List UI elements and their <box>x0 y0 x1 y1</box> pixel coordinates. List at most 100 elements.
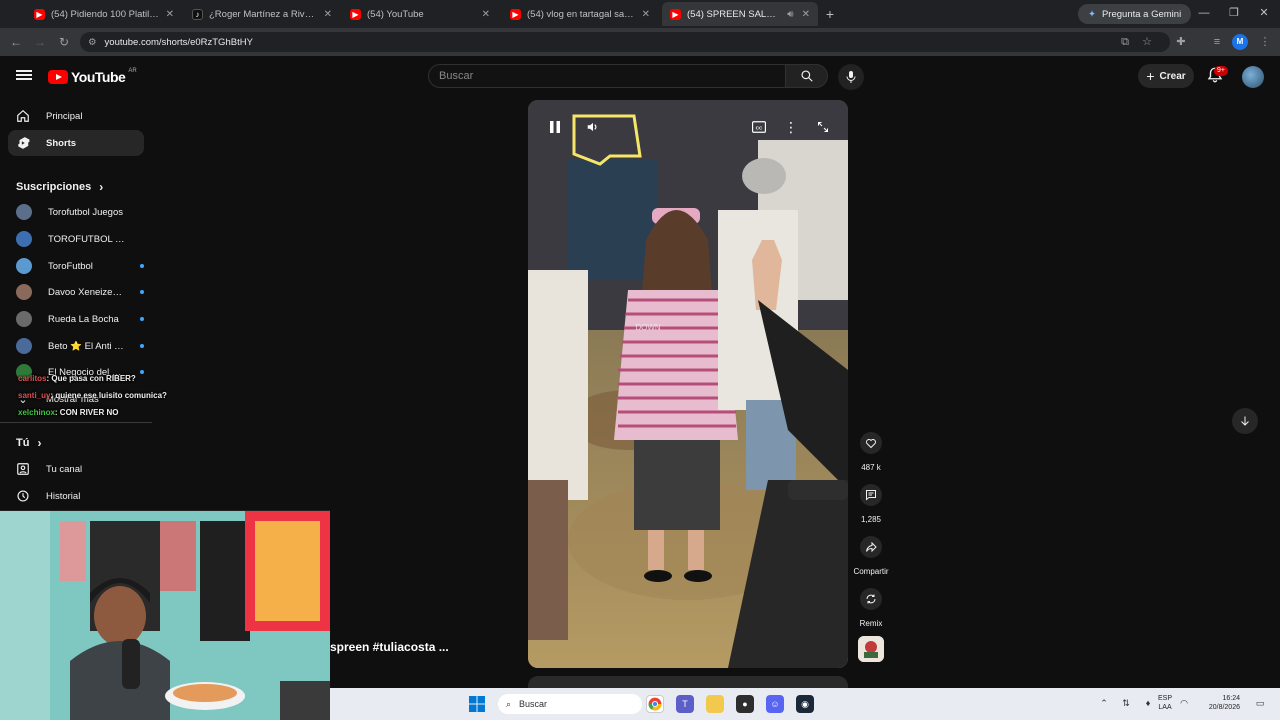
comments-button[interactable] <box>860 484 882 506</box>
language-indicator[interactable]: ESP LAA <box>1158 694 1172 712</box>
subscriptions-heading[interactable]: Suscripciones › <box>16 180 103 194</box>
subscription-item[interactable]: ToroFutbol <box>16 254 144 278</box>
create-button[interactable]: + Crear <box>1138 64 1194 88</box>
close-icon[interactable]: ✕ <box>324 9 332 20</box>
microphone-tray-icon[interactable]: ♦ <box>1142 697 1154 709</box>
site-info-icon[interactable]: ⚙ <box>88 37 97 48</box>
new-content-dot <box>140 317 144 321</box>
taskbar-search[interactable]: ⌕ Buscar <box>498 694 642 714</box>
fullscreen-icon[interactable] <box>814 118 832 136</box>
new-tab-button[interactable]: + <box>822 6 838 22</box>
close-window-icon[interactable]: ✕ <box>1254 5 1274 21</box>
new-content-dot <box>140 370 144 374</box>
bookmark-star-icon[interactable]: ☆ <box>1140 35 1154 49</box>
share-arrow-icon <box>866 541 877 553</box>
chat-message: carlitos: Que pasa con RIBER? <box>18 374 136 383</box>
you-heading-label: Tú <box>16 437 30 449</box>
chrome-icon[interactable] <box>646 695 664 713</box>
search-input[interactable]: Buscar <box>428 64 786 88</box>
webcam-frame <box>0 511 330 720</box>
svg-text:DOWN: DOWN <box>635 323 661 332</box>
country-code: AR <box>128 68 137 74</box>
subscription-item[interactable]: TOROFUTBOL KICK <box>16 227 144 251</box>
reload-icon[interactable]: ↻ <box>56 34 72 50</box>
tab-title: ¿Roger Martínez a River? Últim... <box>209 8 318 20</box>
new-content-dot <box>140 344 144 348</box>
browser-menu-icon[interactable]: ⋮ <box>1258 35 1272 49</box>
tray-expand-icon[interactable]: ⌃ <box>1098 697 1110 709</box>
hamburger-menu-icon[interactable] <box>16 68 32 84</box>
subscription-item[interactable]: Rueda La Bocha <box>16 307 144 331</box>
close-icon[interactable]: ✕ <box>166 9 174 20</box>
volume-icon[interactable] <box>584 118 602 136</box>
forward-icon[interactable]: → <box>32 34 48 50</box>
minimize-icon[interactable]: — <box>1194 5 1214 21</box>
subscription-item[interactable]: Davoo Xeneize P... <box>16 280 144 304</box>
taskbar-clock[interactable]: 16:24 20/8/2026 <box>1196 694 1240 712</box>
browser-tab-active[interactable]: ▶ (54) SPREEN SALUDA A TU 🔊︎ ✕ <box>662 2 818 26</box>
close-icon[interactable]: ✕ <box>642 9 650 20</box>
account-avatar[interactable] <box>1242 66 1264 88</box>
profile-avatar[interactable]: M <box>1232 34 1248 50</box>
channel-avatar <box>16 338 32 354</box>
file-explorer-icon[interactable] <box>706 695 724 713</box>
sidebar-item-shorts[interactable]: Shorts <box>8 130 144 156</box>
chat-message: xelchinox: CON RIVER NO <box>18 408 118 417</box>
new-content-dot <box>140 264 144 268</box>
youtube-logo[interactable]: YouTube AR <box>48 68 137 86</box>
channel-name: ToroFutbol <box>48 260 93 272</box>
gemini-button[interactable]: ✦ Pregunta a Gemini <box>1078 4 1192 24</box>
subscription-item[interactable]: Beto ⭐ El Anti T... <box>16 334 144 358</box>
speaker-icon[interactable]: 🔊︎ <box>787 9 793 20</box>
browser-tab[interactable]: ▶ (54) vlog en tartagal salta - You ✕ <box>502 4 658 24</box>
short-title[interactable]: spreen #tuliacosta ... <box>330 640 449 654</box>
pause-icon[interactable] <box>546 118 564 136</box>
restore-icon[interactable]: ❐ <box>1224 5 1244 21</box>
reading-list-icon[interactable]: ≡ <box>1210 35 1224 49</box>
url-text: youtube.com/shorts/e0RzTGhBtHY <box>104 36 253 48</box>
chat-text: : CON RIVER NO <box>54 408 119 417</box>
create-label: Crear <box>1159 70 1186 82</box>
next-short-button[interactable] <box>1232 408 1258 434</box>
search-button[interactable] <box>786 64 828 88</box>
notification-center-icon[interactable]: ▭ <box>1254 697 1266 709</box>
back-icon[interactable]: ← <box>8 34 24 50</box>
sound-thumbnail[interactable] <box>858 636 884 662</box>
search-icon: ⌕ <box>506 698 512 709</box>
network-icon[interactable]: ⇅ <box>1120 697 1132 709</box>
sidebar-item-home[interactable]: Principal <box>8 103 144 129</box>
browser-tab[interactable]: ♪ ¿Roger Martínez a River? Últim... ✕ <box>184 4 340 24</box>
teams-icon[interactable]: T <box>676 695 694 713</box>
sidebar-item-your-channel[interactable]: Tu canal <box>8 456 144 482</box>
you-heading[interactable]: Tú › <box>16 436 41 450</box>
short-video-player[interactable]: DOWN <box>528 100 848 668</box>
sidebar-divider <box>0 422 152 423</box>
sidebar-item-history[interactable]: Historial <box>8 483 144 509</box>
address-bar[interactable]: ⚙ youtube.com/shorts/e0RzTGhBtHY <box>80 32 1170 52</box>
steam-icon[interactable]: ◉ <box>796 695 814 713</box>
cast-icon[interactable]: ⧉ <box>1118 35 1132 49</box>
more-options-icon[interactable]: ⋮ <box>782 118 800 136</box>
windows-start-icon[interactable] <box>468 695 486 713</box>
remix-button[interactable] <box>860 588 882 610</box>
discord-icon[interactable]: ☺ <box>766 695 784 713</box>
webcam-overlay <box>0 510 330 720</box>
chat-message: santi_uy: quiene ese luisito comunica? <box>18 391 167 400</box>
taskbar-search-label: Buscar <box>519 699 548 709</box>
sidebar-item-label: Principal <box>46 110 83 122</box>
like-button[interactable] <box>860 432 882 454</box>
chevron-right-icon: › <box>37 436 42 450</box>
subscription-item[interactable]: Torofutbol Juegos <box>16 200 144 224</box>
browser-tab[interactable]: ▶ (54) Pidiendo 100 Platillos Justo ✕ <box>26 4 182 24</box>
wifi-icon[interactable]: ◠ <box>1178 697 1190 709</box>
obs-icon[interactable]: ● <box>736 695 754 713</box>
browser-tab[interactable]: ▶ (54) YouTube ✕ <box>342 4 498 24</box>
close-icon[interactable]: ✕ <box>802 9 810 20</box>
youtube-icon: ▶ <box>510 8 521 20</box>
notification-count-badge: 9+ <box>1214 66 1228 76</box>
captions-icon[interactable]: CC <box>750 118 768 136</box>
voice-search-button[interactable] <box>838 64 864 90</box>
share-button[interactable] <box>860 536 882 558</box>
extensions-icon[interactable]: ✚ <box>1174 35 1188 49</box>
close-icon[interactable]: ✕ <box>482 9 490 20</box>
